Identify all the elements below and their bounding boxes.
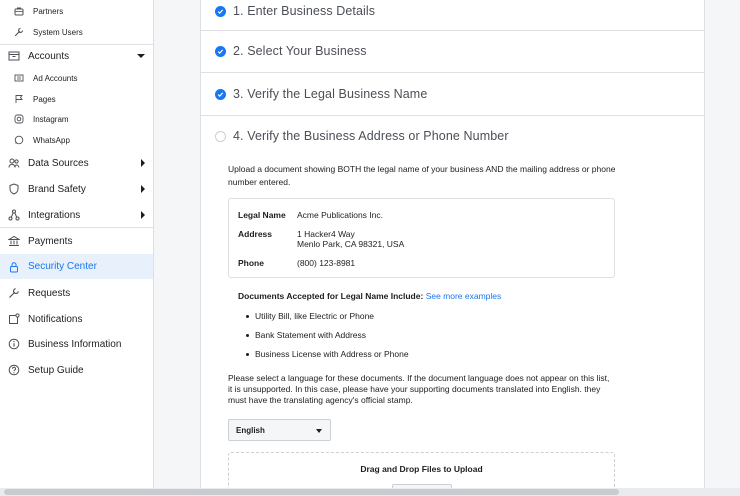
flag-icon: [14, 94, 24, 104]
sidebar-item-label: Business Information: [28, 338, 122, 350]
document-type: Business License with Address or Phone: [255, 349, 409, 359]
sidebar-item-label: Partners: [33, 6, 64, 16]
address-line2: Menlo Park, CA 98321, USA: [297, 239, 405, 249]
horizontal-scrollbar[interactable]: [0, 488, 740, 496]
bullet-icon: [246, 333, 249, 337]
divider: [201, 115, 704, 116]
sidebar-item-label: Ad Accounts: [33, 73, 78, 83]
language-note: Please select a language for these docum…: [228, 373, 610, 405]
check-circle-icon: [215, 45, 226, 57]
step-verify-address-or-phone[interactable]: 4. Verify the Business Address or Phone …: [201, 127, 704, 145]
list-item: Business License with Address or Phone: [246, 349, 409, 359]
integrations-icon: [8, 209, 20, 221]
divider: [201, 30, 704, 31]
sidebar-item-label: Integrations: [28, 209, 81, 221]
sidebar-item-label: WhatsApp: [33, 135, 70, 145]
chevron-right-icon: [141, 211, 145, 219]
notification-icon: [8, 313, 20, 325]
shield-icon: [8, 183, 20, 195]
bullet-icon: [246, 352, 249, 356]
scrollbar-thumb[interactable]: [4, 489, 619, 495]
sidebar-item-data-sources[interactable]: Data Sources: [0, 154, 153, 172]
chevron-right-icon: [141, 185, 145, 193]
info-icon: [8, 338, 20, 350]
step-label: 1. Enter Business Details: [233, 4, 376, 18]
wrench-icon: [14, 27, 24, 37]
document-type: Utility Bill, like Electric or Phone: [255, 311, 375, 321]
accepted-documents-heading: Documents Accepted for Legal Name Includ…: [238, 291, 501, 301]
sidebar-item-system-users[interactable]: System Users: [0, 25, 153, 39]
phone-value: (800) 123-8981: [297, 258, 356, 268]
step-label: 2. Select Your Business: [233, 44, 367, 58]
step-label: 4. Verify the Business Address or Phone …: [233, 129, 509, 143]
accepted-documents-title: Documents Accepted for Legal Name Includ…: [238, 291, 424, 301]
instagram-icon: [14, 114, 24, 124]
sidebar-item-label: Brand Safety: [28, 183, 86, 195]
sidebar-item-integrations[interactable]: Integrations: [0, 206, 153, 224]
lock-icon: [8, 261, 20, 273]
document-type: Bank Statement with Address: [255, 330, 367, 340]
sidebar-item-instagram[interactable]: Instagram: [0, 112, 153, 126]
data-sources-icon: [8, 157, 20, 169]
phone-label: Phone: [238, 258, 264, 268]
chevron-down-icon: [137, 54, 145, 58]
divider: [201, 72, 704, 73]
sidebar-item-setup-guide[interactable]: Setup Guide: [0, 361, 153, 379]
step-label: 3. Verify the Legal Business Name: [233, 87, 428, 101]
verification-panel: 1. Enter Business Details 2. Select Your…: [200, 0, 705, 496]
sidebar-item-payments[interactable]: Payments: [0, 232, 153, 250]
sidebar-item-label: System Users: [33, 27, 83, 37]
wrench-icon: [8, 287, 20, 299]
see-more-examples-link[interactable]: See more examples: [426, 291, 502, 301]
language-select[interactable]: English: [228, 419, 331, 441]
chevron-right-icon: [141, 159, 145, 167]
list-item: Bank Statement with Address: [246, 330, 366, 340]
ad-accounts-icon: [14, 73, 24, 83]
sidebar-item-ad-accounts[interactable]: Ad Accounts: [0, 71, 153, 85]
sidebar-item-brand-safety[interactable]: Brand Safety: [0, 180, 153, 198]
sidebar-item-label: Security Center: [28, 261, 97, 272]
legal-name-label: Legal Name: [238, 210, 286, 220]
upload-description: Upload a document showing BOTH the legal…: [228, 164, 616, 187]
dropzone-label: Drag and Drop Files to Upload: [360, 464, 483, 474]
sidebar-item-security-center[interactable]: Security Center: [0, 254, 153, 279]
sidebar-item-notifications[interactable]: Notifications: [0, 310, 153, 328]
sidebar-item-label: Payments: [28, 235, 73, 247]
bullet-icon: [246, 314, 249, 318]
legal-name-value: Acme Publications Inc.: [297, 210, 383, 220]
sidebar-item-label: Instagram: [33, 114, 69, 124]
sidebar-item-label: Notifications: [28, 313, 83, 325]
sidebar-item-accounts[interactable]: Accounts: [0, 47, 153, 65]
sidebar-item-label: Requests: [28, 287, 71, 299]
sidebar-item-whatsapp[interactable]: WhatsApp: [0, 133, 153, 147]
sidebar-item-business-information[interactable]: Business Information: [0, 335, 153, 353]
whatsapp-icon: [14, 135, 24, 145]
sidebar-item-pages[interactable]: Pages: [0, 92, 153, 106]
divider: [0, 227, 153, 228]
sidebar-item-label: Accounts: [28, 50, 70, 62]
list-item: Utility Bill, like Electric or Phone: [246, 311, 374, 321]
sidebar-item-label: Setup Guide: [28, 364, 84, 376]
divider: [0, 44, 153, 45]
language-selected-value: English: [236, 425, 265, 435]
business-info-box: Legal Name Acme Publications Inc. Addres…: [228, 198, 615, 278]
step-verify-legal-business-name[interactable]: 3. Verify the Legal Business Name: [201, 85, 704, 103]
sidebar-item-requests[interactable]: Requests: [0, 284, 153, 302]
question-icon: [8, 364, 20, 376]
step-select-your-business[interactable]: 2. Select Your Business: [201, 42, 704, 60]
sidebar-item-label: Pages: [33, 94, 56, 104]
sidebar-item-partners[interactable]: Partners: [0, 4, 153, 18]
check-circle-icon: [215, 88, 226, 100]
address-label: Address: [238, 229, 273, 239]
briefcase-icon: [14, 6, 24, 16]
folder-icon: [8, 50, 20, 62]
check-circle-icon: [215, 5, 226, 17]
chevron-down-icon: [316, 429, 322, 433]
sidebar: Partners System Users Accounts Ad Accoun…: [0, 0, 154, 496]
pending-circle-icon: [215, 130, 226, 142]
sidebar-item-label: Data Sources: [28, 157, 89, 169]
step-enter-business-details[interactable]: 1. Enter Business Details: [201, 2, 704, 20]
bank-icon: [8, 235, 20, 247]
